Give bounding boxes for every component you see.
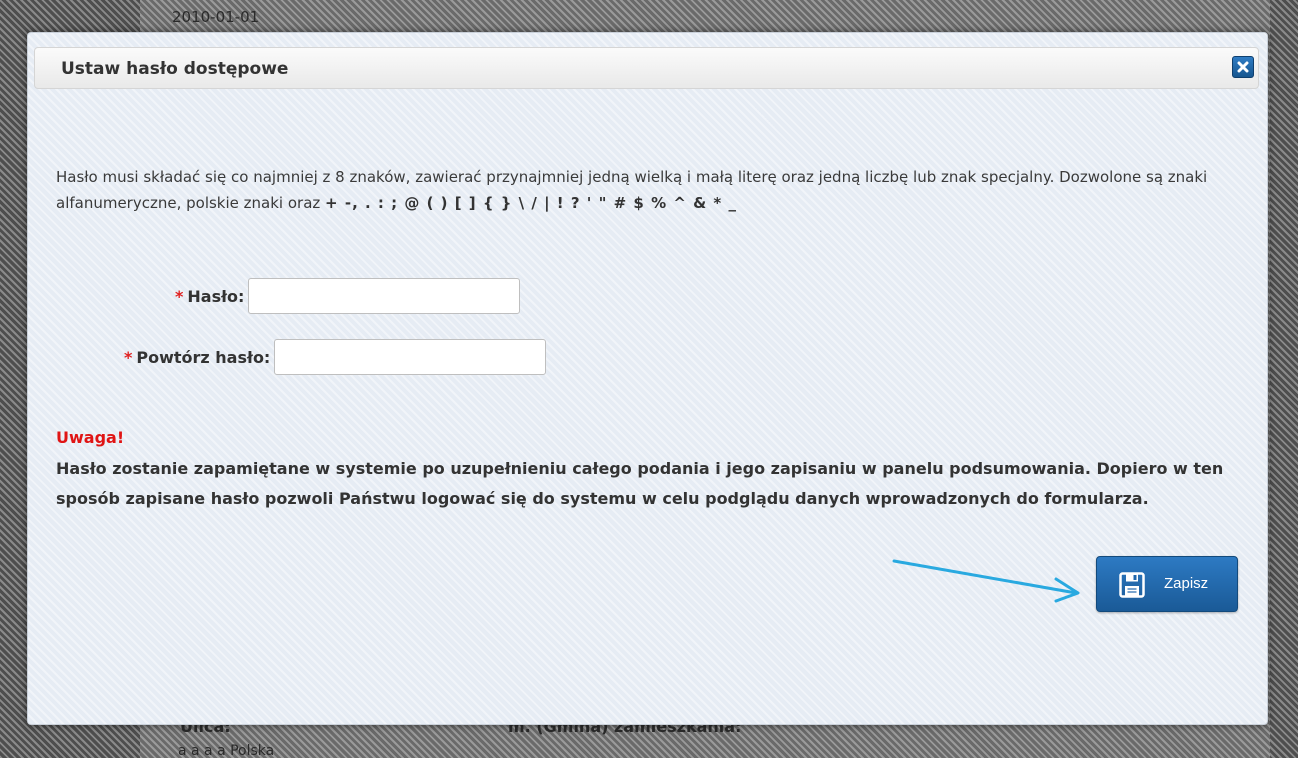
password-input[interactable] [248,278,521,314]
dialog-titlebar[interactable]: Ustaw hasło dostępowe [34,47,1259,89]
arrow-annotation-icon [892,559,1080,603]
save-button[interactable]: Zapisz [1096,556,1238,612]
dialog-title: Ustaw hasło dostępowe [61,59,289,79]
password-dialog: Ustaw hasło dostępowe Hasło musi składać… [27,32,1268,725]
password-row: * Hasło: [175,278,521,314]
repeat-password-label-text: Powtórz hasło: [136,347,271,367]
required-marker: * [175,286,184,306]
floppy-disk-icon [1119,572,1145,598]
save-button-label: Zapisz [1164,575,1209,592]
repeat-password-label: * Powtórz hasło: [124,348,270,367]
password-label-text: Hasło: [187,286,245,306]
background-more-text: a a a a Polska [178,743,275,758]
background-date: 2010-01-01 [172,8,260,26]
close-icon [1237,61,1249,73]
repeat-password-input[interactable] [274,339,547,375]
warning-text: Hasło zostanie zapamiętane w systemie po… [56,459,1224,508]
special-characters: + -, . : ; @ ( ) [ ] { } \ / | ! ? ' " #… [325,194,737,212]
warning-title: Uwaga! [56,428,125,447]
password-label: * Hasło: [175,287,244,306]
repeat-password-row: * Powtórz hasło: [124,339,547,375]
password-requirements: Hasło musi składać się co najmniej z 8 z… [56,164,1236,216]
close-button[interactable] [1232,56,1254,78]
required-marker: * [124,347,133,367]
